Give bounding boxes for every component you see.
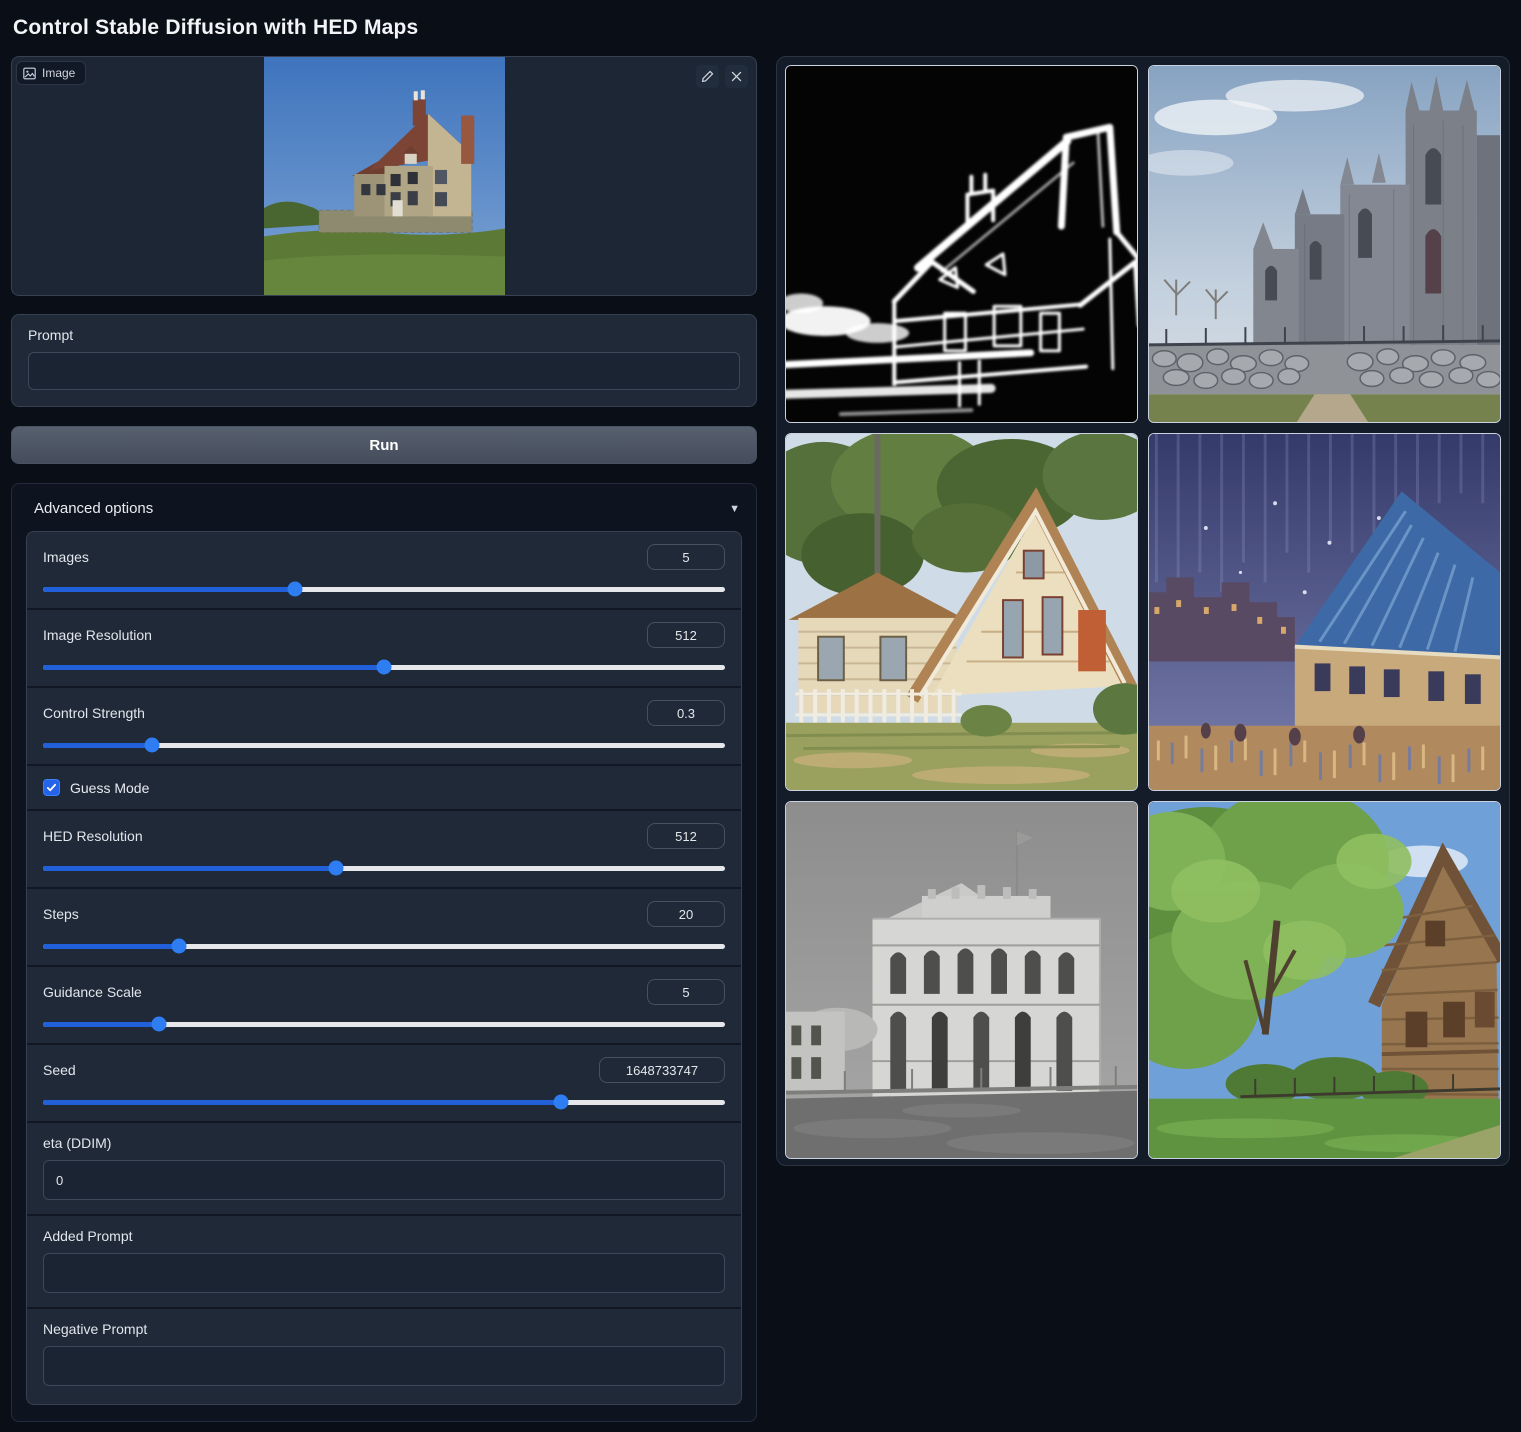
hed-map-image: [786, 66, 1137, 422]
guess-mode-row: Guess Mode: [27, 764, 741, 809]
page-title: Control Stable Diffusion with HED Maps: [13, 16, 1510, 40]
image-resolution-row: Image Resolution: [27, 608, 741, 686]
seed-row: Seed: [27, 1043, 741, 1121]
eta-label: eta (DDIM): [43, 1135, 725, 1151]
output-column: [776, 56, 1510, 1166]
negative-prompt-input[interactable]: [43, 1346, 725, 1386]
advanced-options-form: Images Image Resolution: [26, 531, 742, 1405]
seed-slider[interactable]: [43, 1095, 725, 1110]
slider-fill: [43, 587, 295, 592]
steps-value-input[interactable]: [647, 901, 725, 927]
guess-mode-checkbox[interactable]: [43, 779, 60, 796]
gallery-item-night-painting[interactable]: [1148, 433, 1501, 791]
added-prompt-row: Added Prompt: [27, 1214, 741, 1307]
gallery-item-hed-map[interactable]: [785, 65, 1138, 423]
seed-value-input[interactable]: [599, 1057, 725, 1083]
control-strength-value-input[interactable]: [647, 700, 725, 726]
hed-resolution-row: HED Resolution: [27, 809, 741, 887]
main-layout: Image: [11, 56, 1510, 1422]
gallery-grid: [785, 65, 1501, 1157]
eta-input[interactable]: [43, 1160, 725, 1200]
prompt-input[interactable]: [28, 352, 740, 390]
check-icon: [46, 782, 57, 793]
night-painting-image: [1149, 434, 1500, 790]
control-strength-row: Control Strength: [27, 686, 741, 764]
close-icon: [730, 70, 743, 83]
advanced-options-panel: Advanced options ▼ Images: [11, 483, 757, 1422]
slider-thumb[interactable]: [151, 1017, 166, 1032]
image-icon: [23, 67, 36, 80]
gallery-item-cathedral[interactable]: [1148, 65, 1501, 423]
images-label: Images: [43, 549, 89, 565]
timber-house-image: [1149, 802, 1500, 1158]
added-prompt-label: Added Prompt: [43, 1228, 725, 1244]
caret-down-icon: ▼: [729, 503, 740, 515]
uploaded-image[interactable]: [12, 57, 756, 295]
added-prompt-input[interactable]: [43, 1253, 725, 1293]
images-row: Images: [27, 532, 741, 608]
clear-image-button[interactable]: [725, 65, 748, 88]
advanced-options-title: Advanced options: [34, 500, 153, 517]
slider-thumb[interactable]: [145, 738, 160, 753]
image-resolution-label: Image Resolution: [43, 627, 152, 643]
hed-resolution-slider[interactable]: [43, 861, 725, 876]
slider-thumb[interactable]: [288, 582, 303, 597]
input-column: Image: [11, 56, 757, 1422]
slider-fill: [43, 665, 384, 670]
image-input-panel: Image: [11, 56, 757, 296]
prompt-panel: Prompt: [11, 314, 757, 407]
advanced-options-header[interactable]: Advanced options ▼: [26, 498, 742, 517]
slider-fill: [43, 1022, 159, 1027]
prompt-label: Prompt: [28, 327, 740, 343]
uploaded-house-photo: [264, 57, 505, 295]
guidance-scale-value-input[interactable]: [647, 979, 725, 1005]
result-gallery: [776, 56, 1510, 1166]
edit-image-button[interactable]: [696, 65, 719, 88]
images-slider[interactable]: [43, 582, 725, 597]
pencil-icon: [701, 70, 714, 83]
guidance-scale-row: Guidance Scale: [27, 965, 741, 1043]
image-actions: [696, 65, 748, 88]
eta-row: eta (DDIM): [27, 1121, 741, 1214]
slider-thumb[interactable]: [172, 939, 187, 954]
steps-label: Steps: [43, 906, 79, 922]
control-strength-label: Control Strength: [43, 705, 145, 721]
image-label-badge: Image: [16, 61, 86, 85]
seed-label: Seed: [43, 1062, 76, 1078]
slider-fill: [43, 944, 179, 949]
slider-thumb[interactable]: [329, 861, 344, 876]
negative-prompt-row: Negative Prompt: [27, 1307, 741, 1404]
guess-mode-label: Guess Mode: [70, 780, 149, 796]
hed-resolution-label: HED Resolution: [43, 828, 143, 844]
slider-fill: [43, 866, 336, 871]
steps-slider[interactable]: [43, 939, 725, 954]
run-button[interactable]: Run: [11, 426, 757, 464]
image-resolution-value-input[interactable]: [647, 622, 725, 648]
painted-cottage-image: [786, 434, 1137, 790]
guidance-scale-label: Guidance Scale: [43, 984, 142, 1000]
guidance-scale-slider[interactable]: [43, 1017, 725, 1032]
grayscale-building-image: [786, 802, 1137, 1158]
hed-resolution-value-input[interactable]: [647, 823, 725, 849]
gallery-item-timber-house[interactable]: [1148, 801, 1501, 1159]
control-strength-slider[interactable]: [43, 738, 725, 753]
image-resolution-slider[interactable]: [43, 660, 725, 675]
image-label: Image: [42, 66, 75, 80]
gallery-item-painted-cottage[interactable]: [785, 433, 1138, 791]
steps-row: Steps: [27, 887, 741, 965]
slider-thumb[interactable]: [377, 660, 392, 675]
gallery-item-grayscale-photo[interactable]: [785, 801, 1138, 1159]
images-value-input[interactable]: [647, 544, 725, 570]
slider-thumb[interactable]: [554, 1095, 569, 1110]
negative-prompt-label: Negative Prompt: [43, 1321, 725, 1337]
app-root: Control Stable Diffusion with HED Maps I…: [0, 0, 1521, 1432]
slider-fill: [43, 1100, 561, 1105]
slider-fill: [43, 743, 152, 748]
cathedral-image: [1149, 66, 1500, 422]
